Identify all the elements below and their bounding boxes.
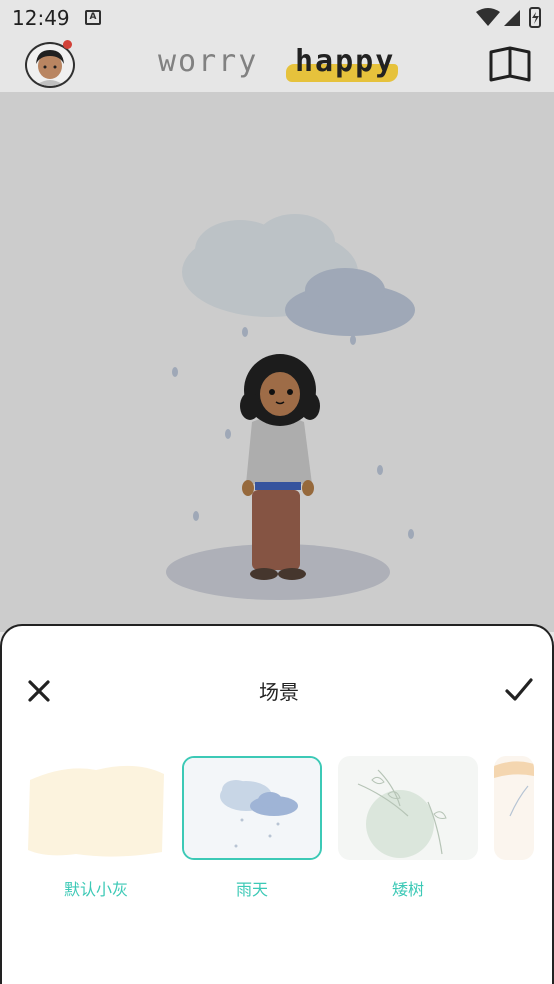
scene-thumb-art-default xyxy=(28,765,164,857)
scene-thumb-art-short-tree xyxy=(338,756,478,860)
scene-thumb-partial xyxy=(494,756,534,860)
scene-label-short-tree: 矮树 xyxy=(391,880,424,899)
notification-dot xyxy=(63,40,72,49)
book-icon[interactable] xyxy=(488,44,532,84)
top-header: worry happy xyxy=(0,36,554,92)
status-bar: 12:49 A xyxy=(0,0,554,36)
status-icons xyxy=(476,7,541,28)
status-time: 12:49 xyxy=(12,6,70,30)
accessibility-icon: A xyxy=(85,10,101,25)
tab-worry[interactable]: worry xyxy=(158,44,258,79)
check-icon[interactable] xyxy=(504,676,534,704)
scene-thumb-default xyxy=(26,756,166,860)
scene-label-rainy: 雨天 xyxy=(235,880,268,899)
scene-thumb-short-tree xyxy=(338,756,478,860)
scene-item-partial[interactable] xyxy=(494,756,534,876)
scene-picker-sheet: 场景 默认小灰 雨天 矮树 xyxy=(0,624,554,984)
avatar-face-icon xyxy=(36,50,64,86)
wifi-icon xyxy=(476,8,500,26)
tab-happy[interactable]: happy xyxy=(295,44,395,79)
scene-item-short-tree[interactable]: 矮树 xyxy=(338,756,478,900)
scene-thumb-rainy xyxy=(182,756,322,860)
scene-label-default: 默认小灰 xyxy=(63,880,128,899)
rainy-scene-art xyxy=(166,214,415,600)
sheet-title: 场景 xyxy=(259,680,299,704)
scene-item-default[interactable]: 默认小灰 xyxy=(26,756,166,900)
scene-item-rainy[interactable]: 雨天 xyxy=(182,756,322,900)
scene-thumb-art-rainy xyxy=(184,758,320,858)
scene-thumb-art-partial xyxy=(494,756,534,860)
cell-signal-icon xyxy=(504,10,520,26)
scene-list: 默认小灰 雨天 矮树 xyxy=(2,756,554,906)
scene-illustration xyxy=(0,92,554,632)
